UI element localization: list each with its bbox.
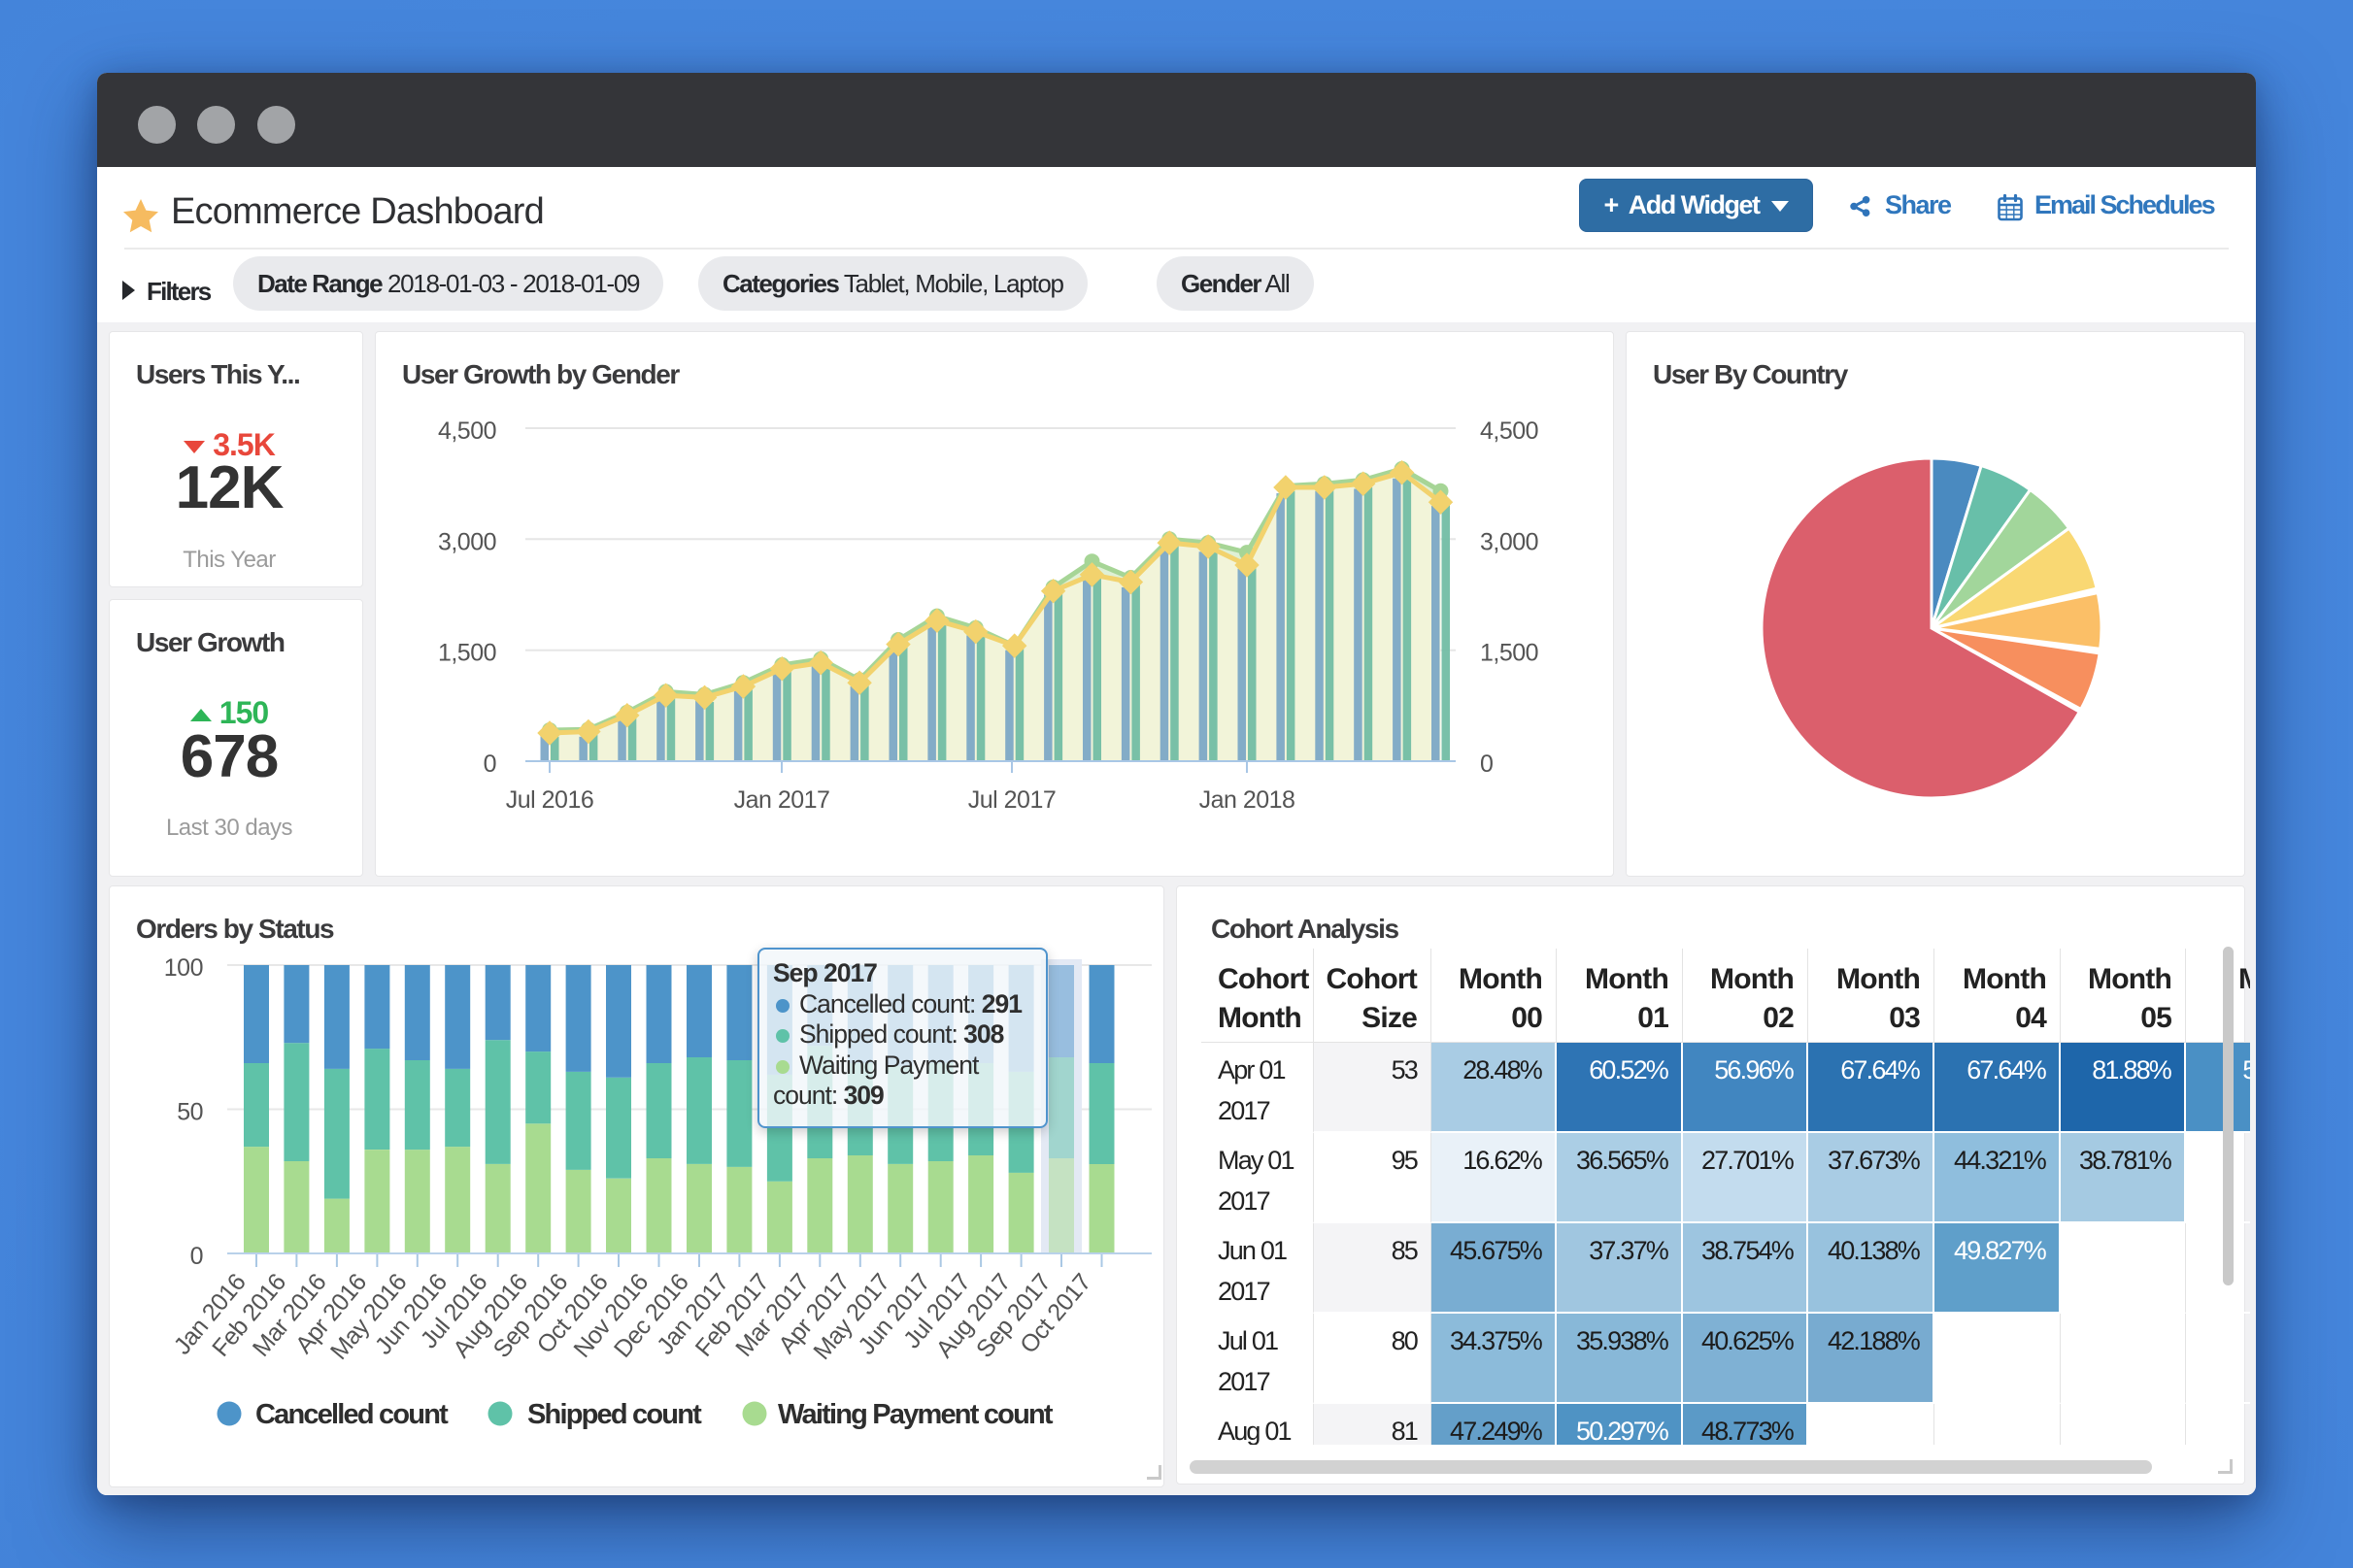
svg-text:0: 0 — [190, 1243, 203, 1270]
svg-text:0: 0 — [1480, 751, 1493, 778]
svg-text:Jan 2018: Jan 2018 — [1199, 786, 1295, 814]
svg-text:3,000: 3,000 — [438, 528, 496, 555]
svg-text:Cancelled count: Cancelled count — [255, 1399, 449, 1430]
svg-text:Jul 2016: Jul 2016 — [506, 786, 594, 814]
svg-text:4,500: 4,500 — [1480, 417, 1538, 445]
svg-text:0: 0 — [484, 751, 496, 778]
svg-text:Waiting Payment count: Waiting Payment count — [778, 1399, 1054, 1430]
svg-text:Jan 2017: Jan 2017 — [734, 786, 830, 814]
svg-text:1,500: 1,500 — [438, 640, 496, 667]
svg-text:4,500: 4,500 — [438, 417, 496, 445]
svg-text:3,000: 3,000 — [1480, 528, 1538, 555]
svg-text:100: 100 — [164, 954, 203, 982]
svg-text:1,500: 1,500 — [1480, 640, 1538, 667]
svg-text:Jul 2017: Jul 2017 — [968, 786, 1057, 814]
svg-text:Shipped count: Shipped count — [527, 1399, 702, 1430]
svg-text:50: 50 — [177, 1099, 203, 1126]
